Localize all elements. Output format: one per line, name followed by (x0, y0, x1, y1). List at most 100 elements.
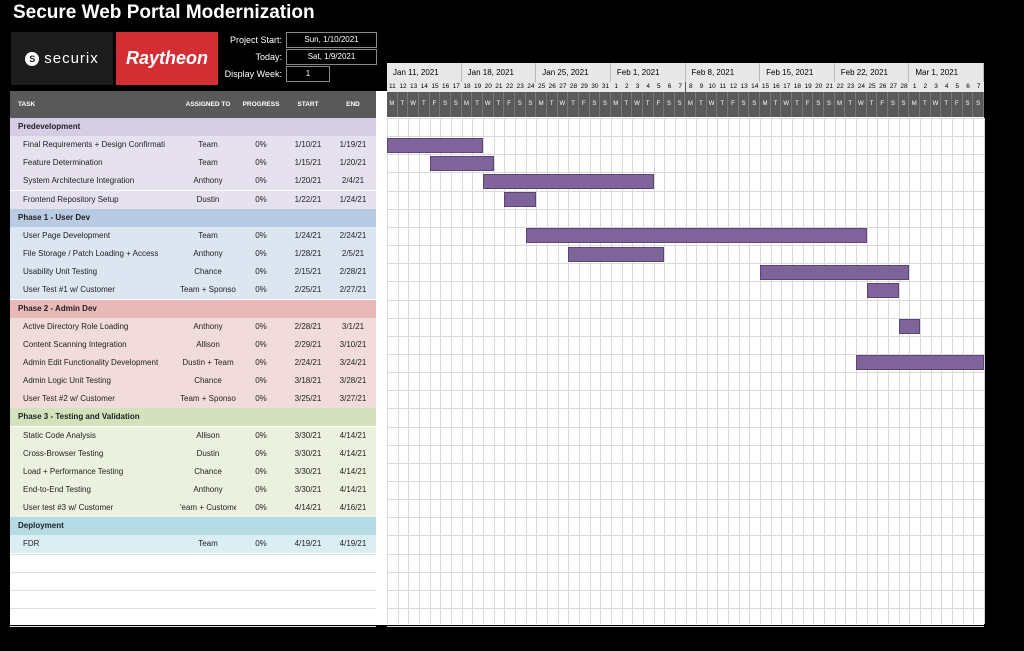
task-assignee: Team (198, 230, 218, 240)
task-row[interactable]: Load + Performance Testing Chance 0% 3/30/2… (10, 462, 376, 481)
week-label: Feb 8, 2021 (685, 63, 761, 82)
task-row[interactable]: FDR Team 0% 4/19/21 4/19/21 (10, 535, 376, 554)
task-row[interactable]: User Test #1 w/ Customer Team + Sponsor 0%… (10, 281, 376, 300)
phase-row[interactable]: Phase 1 - User Dev (10, 208, 376, 227)
task-row[interactable]: User test #3 w/ Customer 'eam + Custome 0%… (10, 499, 376, 518)
grid-line (387, 571, 984, 573)
gantt-bar[interactable] (429, 155, 494, 171)
task-name: Frontend Repository Setup (23, 194, 119, 204)
gantt-bar[interactable] (856, 355, 984, 371)
phase-row[interactable]: Deployment (10, 517, 376, 536)
grid-line (824, 118, 826, 624)
task-assignee: Dustin (196, 448, 220, 458)
day-letter: S (450, 92, 462, 117)
task-assignee: Dustin + Team (182, 357, 234, 367)
day-number: 11 (387, 82, 398, 92)
day-number: 5 (952, 82, 963, 92)
task-row[interactable]: User Page Development Team 0% 1/24/21 2/24/2… (10, 226, 376, 245)
task-name: System Architecture Integration (23, 176, 135, 186)
grid-line (10, 553, 376, 555)
day-letter: T (568, 92, 579, 117)
gantt-bar[interactable] (568, 246, 665, 262)
day-letter: S (888, 92, 899, 117)
gantt-bar[interactable] (482, 173, 654, 189)
securix-logo-text: securix (44, 50, 99, 67)
task-end: 2/5/21 (341, 249, 365, 259)
task-start: 1/15/21 (294, 158, 322, 168)
day-number: 13 (408, 82, 419, 92)
day-letter: S (973, 92, 984, 117)
task-row[interactable]: Feature Determination Team 0% 1/15/21 1/20/2… (10, 154, 376, 173)
grid-line (387, 118, 388, 624)
grid-line (387, 172, 984, 174)
week-label: Jan 11, 2021 (387, 63, 462, 82)
day-number: 12 (728, 82, 739, 92)
task-row[interactable]: End-to-End Testing Anthony 0% 3/30/21 4/14/2… (10, 481, 376, 499)
task-row[interactable]: Final Requirements + Design Confirmati Te… (10, 136, 376, 155)
day-number: 1 (909, 82, 921, 92)
project-start-field[interactable]: Sun, 1/10/2021 (286, 32, 377, 48)
grid-line (706, 118, 708, 624)
day-number: 14 (418, 82, 430, 92)
day-letter: W (856, 92, 867, 117)
task-row[interactable]: Admin Edit Functionality Development Dust… (10, 353, 376, 372)
day-number: 17 (450, 82, 462, 92)
day-number: 3 (632, 82, 643, 92)
day-letter: S (589, 92, 601, 117)
task-end: 3/28/21 (339, 376, 367, 386)
task-assignee: Team + Sponsor (180, 285, 236, 295)
day-number: 4 (941, 82, 952, 92)
grid-line (450, 118, 452, 624)
day-number: 24 (856, 82, 867, 92)
day-letter: M (909, 92, 921, 117)
gantt-bar[interactable] (898, 319, 921, 335)
task-row[interactable]: System Architecture Integration Anthony 0%… (10, 172, 376, 191)
gantt-bar[interactable] (760, 264, 910, 280)
day-letter: W (706, 92, 718, 117)
phase-row[interactable]: Predevelopment (10, 118, 376, 136)
phase-row[interactable]: Phase 3 - Testing and Validation (10, 408, 376, 427)
column-header-progress: PROGRESS (236, 91, 286, 118)
day-number: 27 (557, 82, 569, 92)
task-name: FDR (23, 539, 40, 549)
task-start: 3/30/21 (294, 430, 322, 440)
day-number: 2 (621, 82, 633, 92)
task-end: 3/24/21 (339, 357, 367, 367)
task-row[interactable]: Admin Logic Unit Testing Chance 0% 3/18/21 3… (10, 372, 376, 391)
gantt-bar[interactable] (504, 192, 537, 208)
task-row[interactable]: Active Directory Role Loading Anthony 0% 2/… (10, 317, 376, 336)
grid-line (10, 608, 376, 610)
task-name: Feature Determination (23, 158, 103, 168)
task-row[interactable]: Frontend Repository Setup Dustin 0% 1/22/21… (10, 190, 376, 209)
display-week-field[interactable]: 1 (286, 66, 330, 82)
day-letter: T (418, 92, 430, 117)
grid-line (536, 118, 538, 624)
grid-line (600, 118, 602, 624)
gantt-bar[interactable] (866, 282, 899, 298)
grid-line (973, 118, 975, 624)
task-row[interactable]: Cross-Browser Testing Dustin 0% 3/30/21 4/14… (10, 444, 376, 463)
day-letter: W (408, 92, 419, 117)
task-progress: 0% (255, 503, 267, 513)
task-row[interactable]: Static Code Analysis Allison 0% 3/30/21 4/14… (10, 426, 376, 445)
task-start: 2/24/21 (294, 357, 322, 367)
task-name: User Page Development (23, 230, 111, 240)
phase-label: Predevelopment (18, 122, 81, 131)
day-number: 16 (770, 82, 782, 92)
task-progress: 0% (255, 176, 267, 186)
phase-label: Phase 1 - User Dev (18, 212, 91, 222)
task-row[interactable]: Usability Unit Testing Chance 0% 2/15/21 2/2… (10, 263, 376, 282)
day-letter: T (546, 92, 558, 117)
grid-line (546, 118, 548, 624)
gantt-bar[interactable] (525, 228, 867, 244)
today-field[interactable]: Sat, 1/9/2021 (286, 49, 377, 65)
task-row[interactable]: Content Scanning Integration Allison 0% 2/2… (10, 335, 376, 354)
day-letter: F (877, 92, 889, 117)
task-assignee: Team (198, 158, 218, 168)
task-assignee: 'eam + Custome (180, 503, 236, 513)
task-row[interactable]: User Test #2 w/ Customer Team + Sponsor 0%… (10, 390, 376, 409)
gantt-bar[interactable] (387, 137, 483, 153)
phase-row[interactable]: Phase 2 - Admin Dev (10, 299, 376, 318)
task-end: 2/4/21 (341, 176, 365, 186)
task-row[interactable]: File Storage / Patch Loading + Access Ant… (10, 245, 376, 264)
